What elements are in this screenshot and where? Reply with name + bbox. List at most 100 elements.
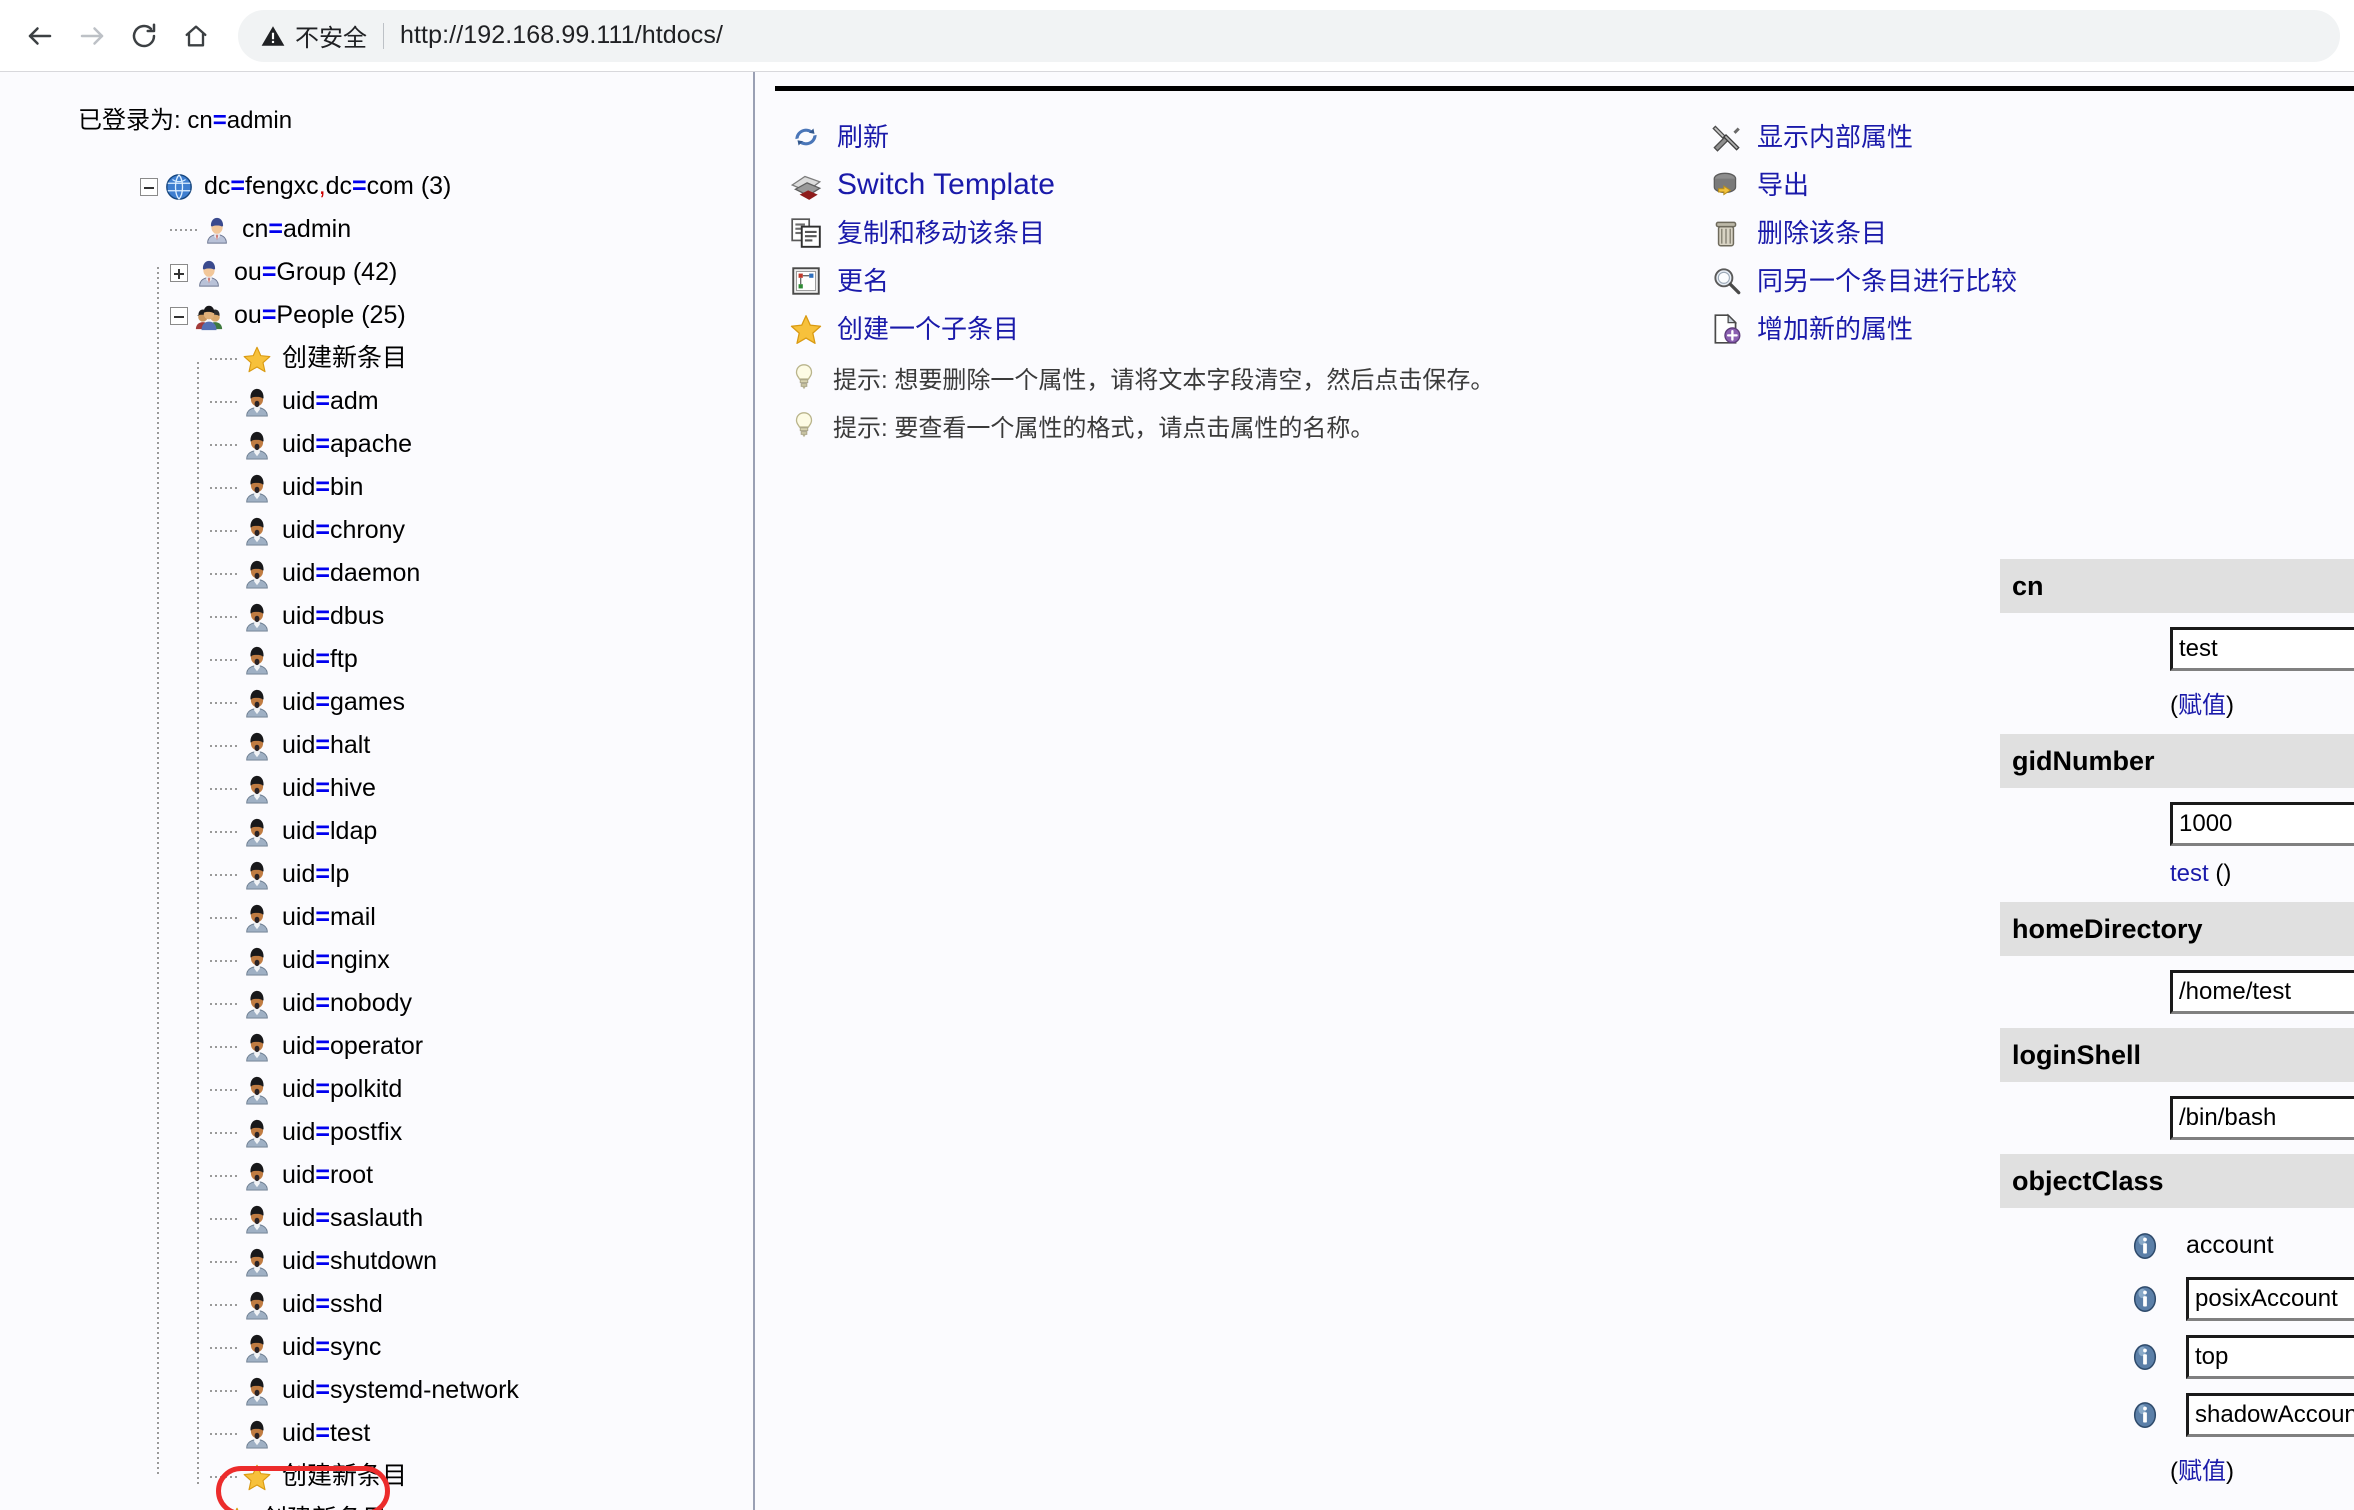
tree-node-create-top[interactable]: 创建新条目 bbox=[0, 337, 753, 380]
user-dark-icon bbox=[246, 560, 268, 589]
attribute-header-gidNumber: gidNumber必需的 bbox=[2000, 734, 2354, 788]
tree-node-create-entry-root[interactable]: 创建新条目 bbox=[0, 1498, 753, 1510]
action-template[interactable]: Switch Template bbox=[789, 161, 1494, 209]
action-star[interactable]: 创建一个子条目 bbox=[789, 305, 1494, 353]
action-trash[interactable]: 删除该条目 bbox=[1709, 209, 2017, 257]
tree-node-label: uid=polkitd bbox=[282, 1075, 403, 1103]
attribute-name[interactable]: objectClass bbox=[2012, 1166, 2164, 1197]
star-icon bbox=[243, 346, 271, 372]
gid-group-link[interactable]: test () bbox=[2170, 860, 2354, 888]
attribute-header-homeDirectory: homeDirectory必需的 bbox=[2000, 902, 2354, 956]
attribute-body-gidNumber: test () bbox=[2000, 788, 2354, 902]
user-dark-icon bbox=[246, 818, 268, 847]
expand-icon[interactable] bbox=[170, 263, 188, 282]
tree-node-root[interactable]: uid=root bbox=[0, 1154, 753, 1197]
user-dark-icon bbox=[246, 689, 268, 718]
tree-node-lp[interactable]: uid=lp bbox=[0, 853, 753, 896]
home-icon bbox=[182, 22, 210, 50]
objectclass-input-top[interactable] bbox=[2186, 1335, 2354, 1379]
tree-node-create-bottom[interactable]: 创建新条目 bbox=[0, 1455, 753, 1498]
objectclass-row-shadowAccount bbox=[2130, 1393, 2354, 1437]
tree-node-mail[interactable]: uid=mail bbox=[0, 896, 753, 939]
back-button[interactable] bbox=[14, 10, 66, 62]
collapse-icon[interactable] bbox=[170, 306, 188, 325]
tree-node-bin[interactable]: uid=bin bbox=[0, 466, 753, 509]
home-button[interactable] bbox=[170, 10, 222, 62]
tree-node-polkitd[interactable]: uid=polkitd bbox=[0, 1068, 753, 1111]
attribute-name[interactable]: gidNumber bbox=[2012, 746, 2155, 777]
action-refresh[interactable]: 刷新 bbox=[789, 113, 1494, 161]
tree-node-systemd-network[interactable]: uid=systemd-network bbox=[0, 1369, 753, 1412]
objectclass-input-shadowAccount[interactable] bbox=[2186, 1393, 2354, 1437]
reload-button[interactable] bbox=[118, 10, 170, 62]
star-icon bbox=[243, 1464, 271, 1490]
export-icon bbox=[1713, 172, 1737, 196]
forward-button[interactable] bbox=[66, 10, 118, 62]
tree-node-operator[interactable]: uid=operator bbox=[0, 1025, 753, 1068]
tree-node-label: uid=hive bbox=[282, 774, 376, 802]
tree-connector bbox=[210, 486, 238, 489]
star-icon bbox=[790, 315, 822, 344]
objectclass-input-posixAccount[interactable] bbox=[2186, 1277, 2354, 1321]
action-add-attr[interactable]: 增加新的属性 bbox=[1709, 305, 2017, 353]
action-tools[interactable]: 显示内部属性 bbox=[1709, 113, 2017, 161]
action-compare[interactable]: 同另一个条目进行比较 bbox=[1709, 257, 2017, 305]
address-bar[interactable]: 不安全 http://192.168.99.111/htdocs/ bbox=[238, 9, 2340, 62]
collapse-icon[interactable] bbox=[140, 177, 158, 196]
trash-icon bbox=[1715, 221, 1737, 247]
attribute-header-loginShell: loginShell bbox=[2000, 1028, 2354, 1082]
user-dark-icon bbox=[246, 1377, 268, 1406]
user-dark-icon bbox=[246, 646, 268, 675]
tree-node-group[interactable]: ou=Group (42) bbox=[0, 251, 753, 294]
tree-node-label: uid=sshd bbox=[282, 1290, 383, 1318]
compare-icon bbox=[1714, 268, 1741, 295]
cn-input[interactable] bbox=[2170, 627, 2354, 671]
tree-node-admin[interactable]: cn=admin bbox=[0, 208, 753, 251]
action-label: 创建一个子条目 bbox=[837, 314, 1020, 344]
tree-node-dbus[interactable]: uid=dbus bbox=[0, 595, 753, 638]
homeDirectory-input[interactable] bbox=[2170, 970, 2354, 1014]
loginShell-input[interactable] bbox=[2170, 1096, 2354, 1140]
action-export[interactable]: 导出 bbox=[1709, 161, 2017, 209]
attribute-name[interactable]: loginShell bbox=[2012, 1040, 2141, 1071]
assign-value-link[interactable]: (赋值) bbox=[2170, 685, 2354, 720]
tree-connector bbox=[210, 1475, 238, 1478]
objectclass-assign-link[interactable]: (赋值) bbox=[2170, 1451, 2354, 1486]
entry-detail-pane: 刷新 Switch Template 复制和移动该条目 更名创建一个子条目提示: 想要… bbox=[755, 72, 2354, 1510]
tree-node-nginx[interactable]: uid=nginx bbox=[0, 939, 753, 982]
action-label: 删除该条目 bbox=[1757, 218, 1888, 248]
tree-node-sshd[interactable]: uid=sshd bbox=[0, 1283, 753, 1326]
tree-connector bbox=[210, 959, 238, 962]
tree-node-ftp[interactable]: uid=ftp bbox=[0, 638, 753, 681]
hint-text: 提示: 想要删除一个属性，请将文本字段清空，然后点击保存。 bbox=[833, 366, 1495, 394]
warning-triangle-icon[interactable] bbox=[260, 23, 286, 49]
user-blue-icon bbox=[199, 260, 219, 287]
tree-connector bbox=[210, 1346, 238, 1349]
tree-node-saslauth[interactable]: uid=saslauth bbox=[0, 1197, 753, 1240]
tree-connector bbox=[210, 572, 238, 575]
tree-node-halt[interactable]: uid=halt bbox=[0, 724, 753, 767]
gidNumber-input[interactable] bbox=[2170, 802, 2354, 846]
action-copy-move[interactable]: 复制和移动该条目 bbox=[789, 209, 1494, 257]
attribute-name[interactable]: homeDirectory bbox=[2012, 914, 2203, 945]
tree-node-label: uid=mail bbox=[282, 903, 376, 931]
tree-node-chrony[interactable]: uid=chrony bbox=[0, 509, 753, 552]
people-icon bbox=[195, 305, 223, 330]
tree-connector bbox=[210, 1174, 238, 1177]
action-rename[interactable]: 更名 bbox=[789, 257, 1494, 305]
tree-node-root[interactable]: dc=fengxc,dc=com (3) bbox=[0, 165, 753, 208]
tree-node-test[interactable]: uid=test bbox=[0, 1412, 753, 1455]
forward-arrow-icon bbox=[77, 21, 107, 51]
tree-node-people[interactable]: ou=People (25) bbox=[0, 294, 753, 337]
tree-node-games[interactable]: uid=games bbox=[0, 681, 753, 724]
attribute-name[interactable]: cn bbox=[2012, 571, 2044, 602]
tree-node-adm[interactable]: uid=adm bbox=[0, 380, 753, 423]
tree-node-postfix[interactable]: uid=postfix bbox=[0, 1111, 753, 1154]
tree-node-nobody[interactable]: uid=nobody bbox=[0, 982, 753, 1025]
tree-node-apache[interactable]: uid=apache bbox=[0, 423, 753, 466]
tree-node-daemon[interactable]: uid=daemon bbox=[0, 552, 753, 595]
tree-node-hive[interactable]: uid=hive bbox=[0, 767, 753, 810]
tree-node-sync[interactable]: uid=sync bbox=[0, 1326, 753, 1369]
tree-node-shutdown[interactable]: uid=shutdown bbox=[0, 1240, 753, 1283]
tree-node-ldap[interactable]: uid=ldap bbox=[0, 810, 753, 853]
